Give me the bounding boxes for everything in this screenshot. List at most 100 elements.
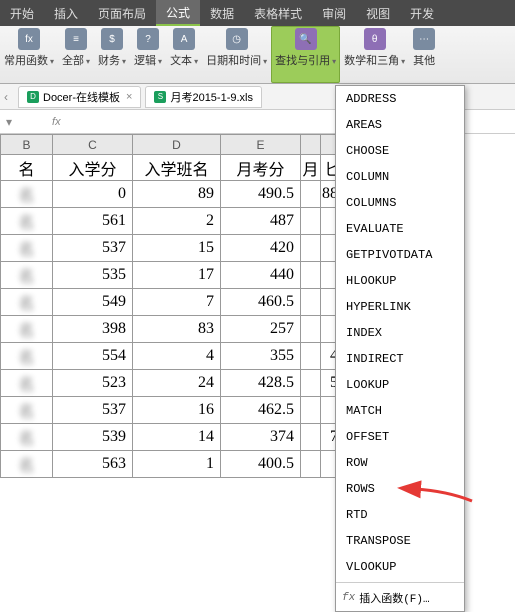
cell-class-in[interactable]: 1 [133,451,221,478]
cell-score-in[interactable]: 539 [53,424,133,451]
insert-function[interactable]: fx 插入函数(F)… [336,585,464,611]
cell-score-in[interactable]: 561 [53,208,133,235]
cell-class-in[interactable]: 24 [133,370,221,397]
ribbon-math[interactable]: θ 数学和三角▾ [340,26,409,83]
colhdr-c[interactable]: C [53,135,133,155]
tab-tablestyle[interactable]: 表格样式 [244,0,312,26]
cell-class-in[interactable]: 2 [133,208,221,235]
ribbon-common-fn[interactable]: fx 常用函数▾ [0,26,58,83]
cell-class-in[interactable]: 83 [133,316,221,343]
dropdown-item-vlookup[interactable]: VLOOKUP [336,554,464,580]
cell-score-in[interactable]: 535 [53,262,133,289]
cell-name[interactable]: 名 [1,235,53,262]
ribbon-lookup[interactable]: 🔍 查找与引用▾ [271,26,340,83]
dropdown-item-address[interactable]: ADDRESS [336,86,464,112]
cell-class-in[interactable]: 4 [133,343,221,370]
cell-name[interactable]: 名 [1,397,53,424]
cell-class-in[interactable]: 15 [133,235,221,262]
cell-f[interactable] [301,262,321,289]
cell-name[interactable]: 名 [1,262,53,289]
dropdown-item-evaluate[interactable]: EVALUATE [336,216,464,242]
cell-score-m[interactable]: 428.5 [221,370,301,397]
cell-name[interactable]: 名 [1,289,53,316]
ribbon-finance[interactable]: $ 财务▾ [94,26,130,83]
cell-name[interactable]: 名 [1,343,53,370]
cell-name[interactable]: 名 [1,451,53,478]
doctab-file[interactable]: S 月考2015-1-9.xls [145,86,262,108]
tab-formula[interactable]: 公式 [156,0,200,26]
dropdown-item-offset[interactable]: OFFSET [336,424,464,450]
tab-data[interactable]: 数据 [200,0,244,26]
hdr-month[interactable]: 月 [301,155,321,181]
cell-score-m[interactable]: 462.5 [221,397,301,424]
cell-score-m[interactable]: 440 [221,262,301,289]
cell-score-in[interactable]: 554 [53,343,133,370]
dropdown-item-hlookup[interactable]: HLOOKUP [336,268,464,294]
ribbon-logic[interactable]: ? 逻辑▾ [130,26,166,83]
cell-name[interactable]: 名 [1,181,53,208]
dropdown-item-getpivotdata[interactable]: GETPIVOTDATA [336,242,464,268]
colhdr-d[interactable]: D [133,135,221,155]
cell-name[interactable]: 名 [1,370,53,397]
tab-review[interactable]: 审阅 [312,0,356,26]
ribbon-text[interactable]: A 文本▾ [166,26,202,83]
cell-f[interactable] [301,235,321,262]
cell-score-in[interactable]: 0 [53,181,133,208]
cell-name[interactable]: 名 [1,316,53,343]
cell-class-in[interactable]: 17 [133,262,221,289]
dropdown-item-columns[interactable]: COLUMNS [336,190,464,216]
hdr-class-in[interactable]: 入学班名 [133,155,221,181]
doctab-docer[interactable]: D Docer-在线模板 × [18,86,141,108]
dropdown-item-row[interactable]: ROW [336,450,464,476]
dropdown-item-index[interactable]: INDEX [336,320,464,346]
cell-f[interactable] [301,181,321,208]
tab-view[interactable]: 视图 [356,0,400,26]
dropdown-item-match[interactable]: MATCH [336,398,464,424]
tab-layout[interactable]: 页面布局 [88,0,156,26]
cell-score-m[interactable]: 374 [221,424,301,451]
ribbon-other[interactable]: ⋯ 其他 [409,26,439,83]
hdr-score-in[interactable]: 入学分 [53,155,133,181]
cell-score-m[interactable]: 420 [221,235,301,262]
cell-class-in[interactable]: 14 [133,424,221,451]
cell-f[interactable] [301,343,321,370]
cell-name[interactable]: 名 [1,424,53,451]
cell-score-m[interactable]: 355 [221,343,301,370]
cell-score-m[interactable]: 257 [221,316,301,343]
ribbon-datetime[interactable]: ◷ 日期和时间▾ [202,26,271,83]
cell-f[interactable] [301,208,321,235]
cell-score-in[interactable]: 537 [53,397,133,424]
cell-score-in[interactable]: 398 [53,316,133,343]
cell-score-m[interactable]: 400.5 [221,451,301,478]
close-icon[interactable]: × [126,91,132,103]
cell-score-m[interactable]: 490.5 [221,181,301,208]
dropdown-item-indirect[interactable]: INDIRECT [336,346,464,372]
hdr-score-m[interactable]: 月考分 [221,155,301,181]
cell-score-in[interactable]: 563 [53,451,133,478]
cell-score-in[interactable]: 537 [53,235,133,262]
cell-score-in[interactable]: 549 [53,289,133,316]
colhdr-f[interactable] [301,135,321,155]
dropdown-item-hyperlink[interactable]: HYPERLINK [336,294,464,320]
dropdown-item-rtd[interactable]: RTD [336,502,464,528]
dropdown-item-lookup[interactable]: LOOKUP [336,372,464,398]
ribbon-all[interactable]: ≡ 全部▾ [58,26,94,83]
cell-f[interactable] [301,397,321,424]
cell-class-in[interactable]: 16 [133,397,221,424]
cell-f[interactable] [301,370,321,397]
tab-insert[interactable]: 插入 [44,0,88,26]
colhdr-e[interactable]: E [221,135,301,155]
tab-dev[interactable]: 开发 [400,0,444,26]
cell-score-m[interactable]: 460.5 [221,289,301,316]
colhdr-b[interactable]: B [1,135,53,155]
dropdown-item-column[interactable]: COLUMN [336,164,464,190]
hdr-name[interactable]: 名 [1,155,53,181]
namebox-dd[interactable]: ▾ [6,115,12,129]
cell-class-in[interactable]: 7 [133,289,221,316]
cell-class-in[interactable]: 89 [133,181,221,208]
cell-f[interactable] [301,289,321,316]
dropdown-item-rows[interactable]: ROWS [336,476,464,502]
cell-f[interactable] [301,316,321,343]
dropdown-item-transpose[interactable]: TRANSPOSE [336,528,464,554]
cell-f[interactable] [301,424,321,451]
